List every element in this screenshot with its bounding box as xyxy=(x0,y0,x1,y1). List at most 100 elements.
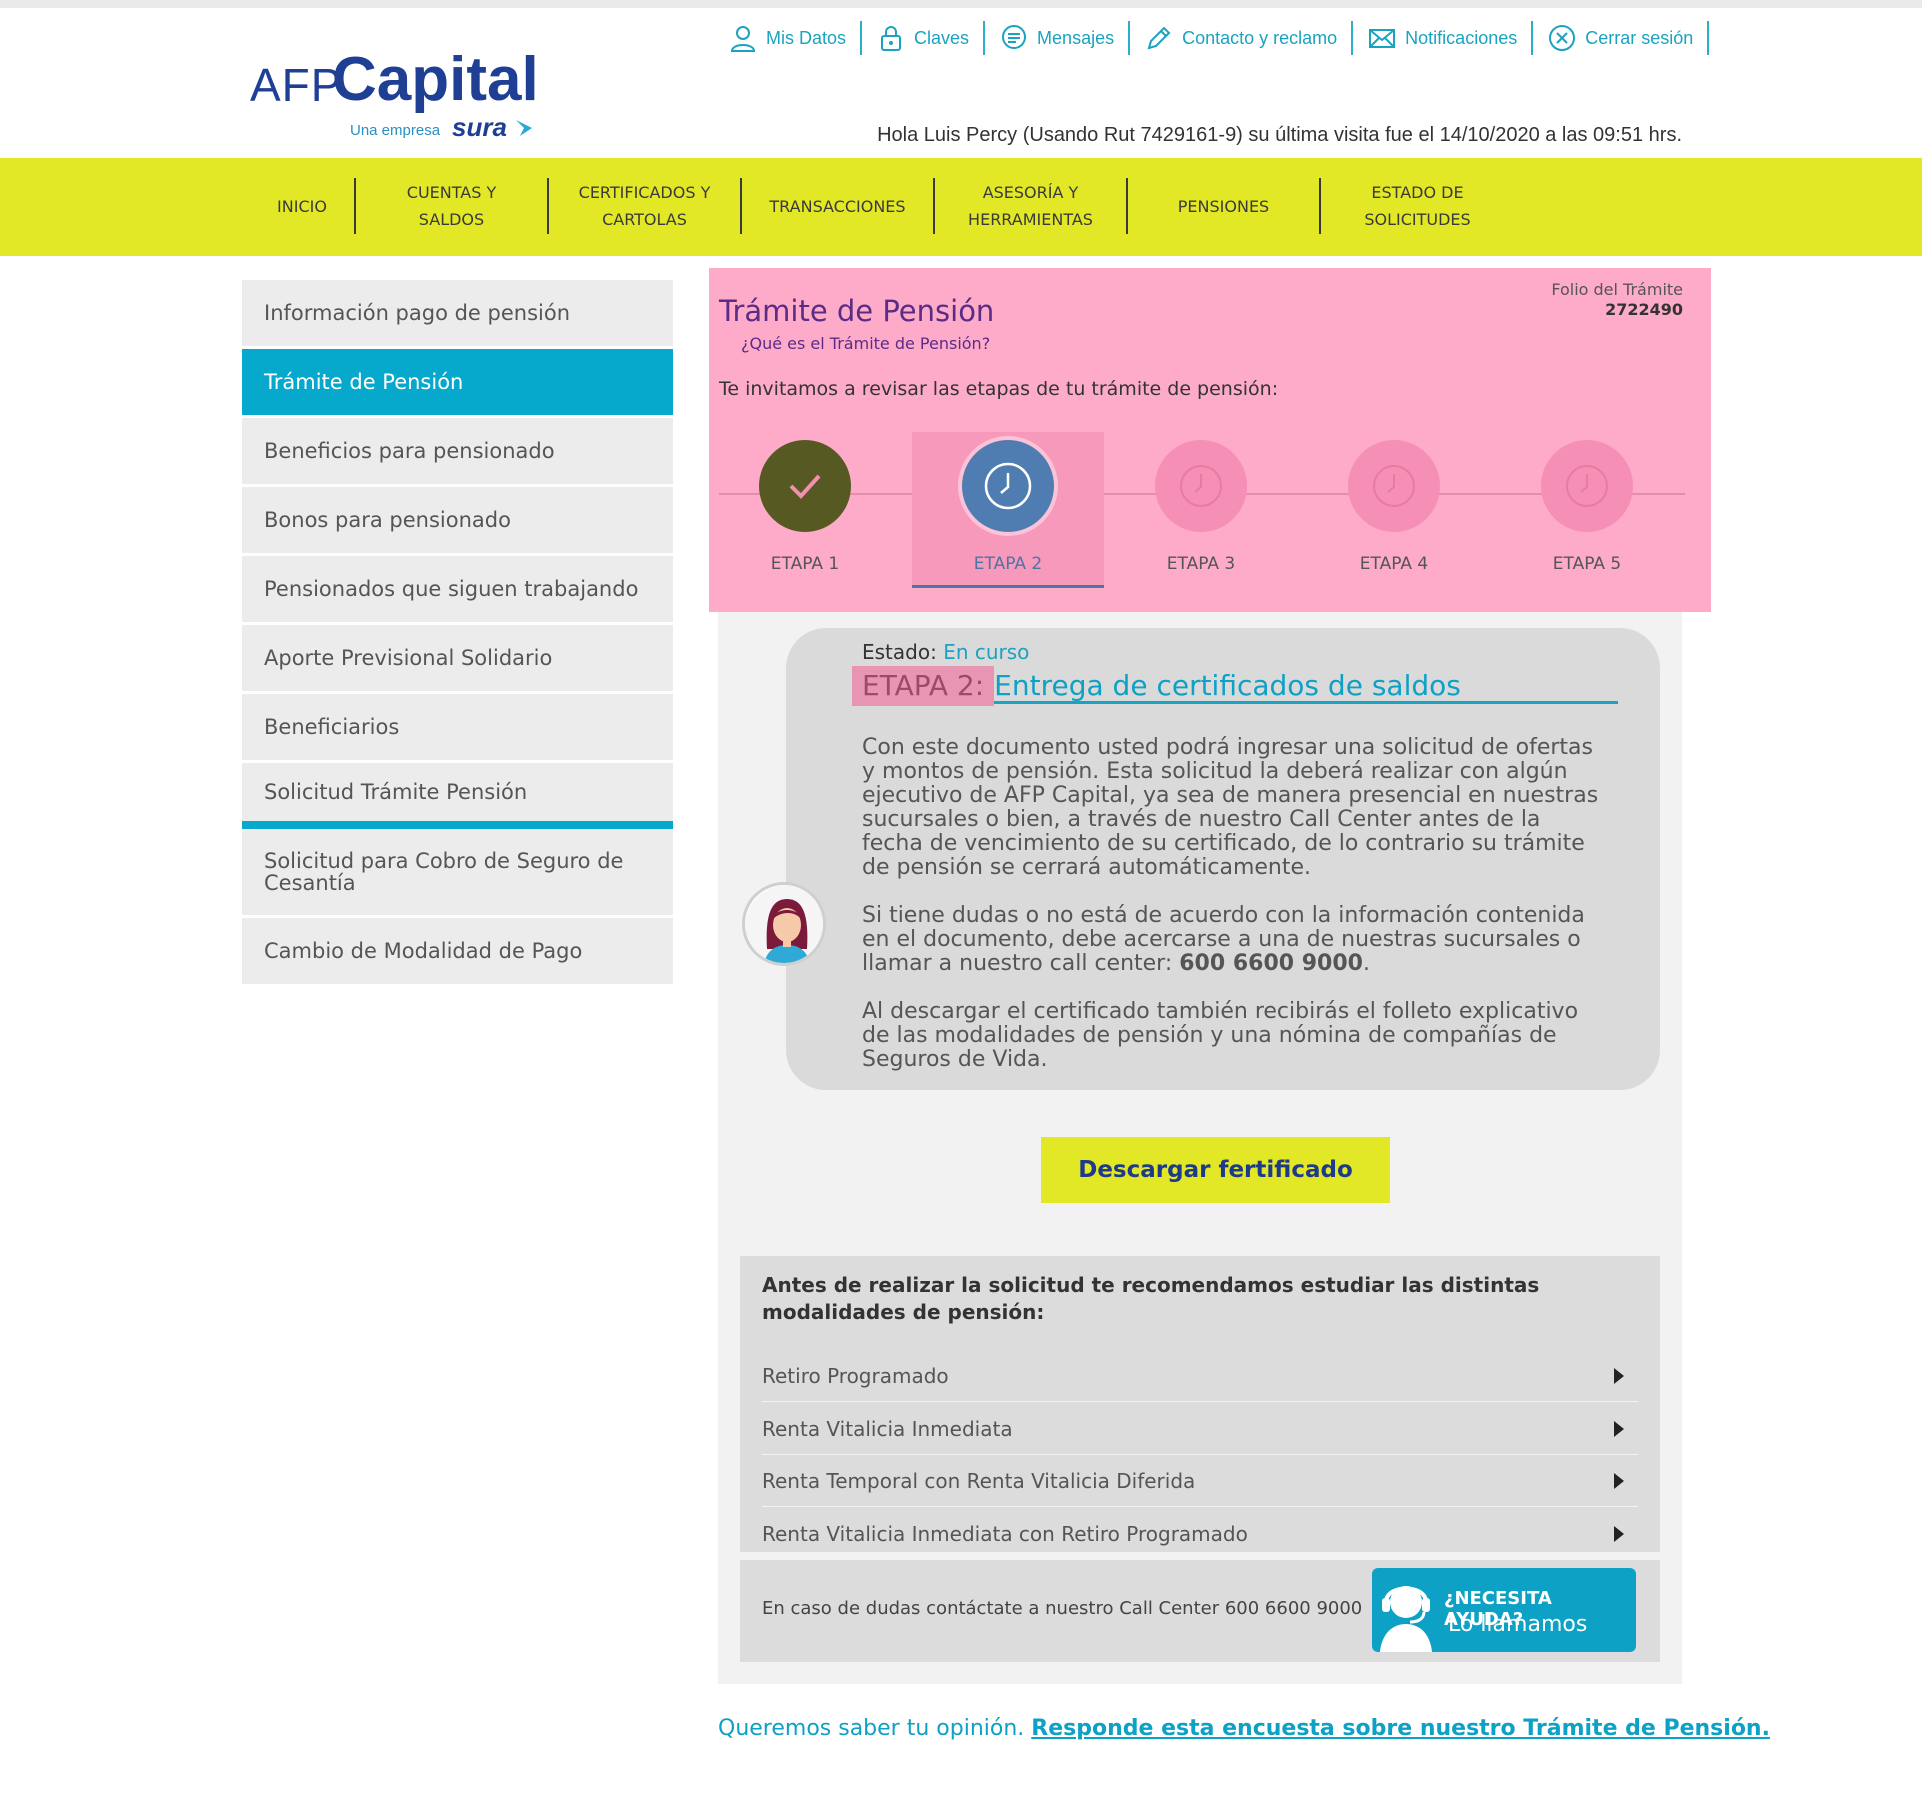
help-text: En caso de dudas contáctate a nuestro Ca… xyxy=(762,1598,1363,1619)
chat-icon xyxy=(1002,25,1027,49)
modalidad-item-retiro-programado[interactable]: Retiro Programado xyxy=(762,1350,1638,1402)
folio-value: 2722490 xyxy=(1605,300,1683,319)
top-link-label: Cerrar sesión xyxy=(1585,27,1694,48)
logo-afp-text: AFP xyxy=(250,59,343,111)
afp-capital-logo[interactable]: AFP Capital Una empresa sura xyxy=(250,44,540,154)
step-4[interactable]: ETAPA 4 xyxy=(1298,432,1490,588)
clock-icon xyxy=(1373,465,1415,507)
main-nav: INICIO CUENTAS Y SALDOS CERTIFICADOS Y C… xyxy=(0,158,1922,256)
step-circle xyxy=(962,440,1054,532)
modalidad-label: Renta Vitalicia Inmediata con Retiro Pro… xyxy=(762,1522,1248,1546)
estado-value: En curso xyxy=(943,640,1030,664)
header: AFP Capital Una empresa sura Mis Datos C… xyxy=(0,8,1922,158)
top-link-label: Notificaciones xyxy=(1405,27,1518,48)
nav-item-asesoria[interactable]: ASESORÍA Y HERRAMIENTAS xyxy=(935,178,1128,234)
detail-paragraph-3: Al descargar el certificado también reci… xyxy=(862,999,1579,1072)
etapa-tag: ETAPA 2: xyxy=(852,666,995,706)
survey-link[interactable]: Responde esta encuesta sobre nuestro Trá… xyxy=(1031,1716,1770,1741)
page-title: Trámite de Pensión xyxy=(719,294,995,328)
top-link-mensajes[interactable]: Mensajes xyxy=(985,21,1131,55)
sura-mark-icon xyxy=(516,120,532,136)
sidebar-item-informacion-pago[interactable]: Información pago de pensión xyxy=(242,280,673,349)
step-circle xyxy=(1541,440,1633,532)
top-link-contacto[interactable]: Contacto y reclamo xyxy=(1130,21,1354,55)
step-5[interactable]: ETAPA 5 xyxy=(1491,432,1683,588)
step-1[interactable]: ETAPA 1 xyxy=(709,432,901,588)
nav-item-inicio[interactable]: INICIO xyxy=(250,178,356,234)
top-link-notificaciones[interactable]: Notificaciones xyxy=(1353,21,1534,55)
modalidad-item-renta-vitalicia[interactable]: Renta Vitalicia Inmediata xyxy=(762,1403,1638,1455)
step-3[interactable]: ETAPA 3 xyxy=(1105,432,1297,588)
logo-sura-text: sura xyxy=(452,112,507,142)
clock-icon xyxy=(1566,465,1608,507)
opinion-label: Queremos saber tu opinión. xyxy=(718,1716,1032,1741)
step-circle xyxy=(1155,440,1247,532)
logo-una-empresa-text: Una empresa xyxy=(350,122,441,139)
step-label: ETAPA 1 xyxy=(770,554,840,574)
advisor-avatar xyxy=(742,882,826,966)
sidebar-item-pensionados-trabajando[interactable]: Pensionados que siguen trabajando xyxy=(242,556,673,625)
nav-item-pensiones[interactable]: PENSIONES xyxy=(1128,178,1321,234)
pencil-icon xyxy=(1147,26,1171,50)
step-2[interactable]: ETAPA 2 xyxy=(912,432,1104,588)
top-link-label: Mis Datos xyxy=(766,27,847,48)
sidebar-item-cambio-modalidad[interactable]: Cambio de Modalidad de Pago xyxy=(242,918,673,987)
logo-capital-text: Capital xyxy=(332,45,539,114)
estado: Estado: En curso xyxy=(862,640,1029,664)
nav-item-certificados[interactable]: CERTIFICADOS Y CARTOLAS xyxy=(549,178,742,234)
nav-item-estado-solicitudes[interactable]: ESTADO DE SOLICITUDES xyxy=(1321,178,1514,234)
caret-right-icon xyxy=(1614,1367,1624,1384)
download-certificate-button[interactable]: Descargar fertificado xyxy=(1041,1137,1390,1203)
help-button-line2: Lo llamamos xyxy=(1448,1612,1588,1637)
step-label: ETAPA 2 xyxy=(973,554,1043,574)
clock-icon xyxy=(984,462,1032,510)
sidebar-item-seguro-cesantia[interactable]: Solicitud para Cobro de Seguro de Cesant… xyxy=(242,829,673,918)
modalidad-item-renta-temporal[interactable]: Renta Temporal con Renta Vitalicia Difer… xyxy=(762,1455,1638,1507)
headset-agent-icon xyxy=(1380,1586,1432,1652)
sidebar-item-beneficiarios[interactable]: Beneficiarios xyxy=(242,694,673,763)
caret-right-icon xyxy=(1614,1526,1624,1542)
modalidad-item-renta-retiro[interactable]: Renta Vitalicia Inmediata con Retiro Pro… xyxy=(762,1508,1638,1560)
stage-detail-bubble: Estado: En curso ETAPA 2: Entrega de cert… xyxy=(786,628,1660,1090)
invite-text: Te invitamos a revisar las etapas de tu … xyxy=(719,378,1279,400)
call-center-phone: 600 6600 9000 xyxy=(1179,951,1363,976)
clock-icon xyxy=(1180,465,1222,507)
sidebar: Información pago de pensión Trámite de P… xyxy=(242,280,673,987)
nav-item-transacciones[interactable]: TRANSACCIONES xyxy=(742,178,935,234)
top-link-label: Claves xyxy=(914,27,970,48)
folio-label: Folio del Trámite xyxy=(1551,280,1683,299)
sidebar-item-solicitud-tramite[interactable]: Solicitud Trámite Pensión xyxy=(242,763,673,829)
etapa-name: Entrega de certificados de saldos xyxy=(994,669,1461,702)
top-strip xyxy=(0,0,1922,8)
estado-label: Estado: xyxy=(862,640,937,664)
opinion-text: Queremos saber tu opinión. Responde esta… xyxy=(718,1716,1770,1741)
top-link-claves[interactable]: Claves xyxy=(862,21,986,55)
greeting-text: Hola Luis Percy (Usando Rut 7429161-9) s… xyxy=(877,124,1682,146)
check-icon xyxy=(789,474,821,499)
call-me-button[interactable]: ¿NECESITA AYUDA? Lo llamamos xyxy=(1372,1568,1636,1652)
caret-right-icon xyxy=(1614,1420,1624,1437)
nav-item-cuentas[interactable]: CUENTAS Y SALDOS xyxy=(356,178,549,234)
tramite-help-link[interactable]: ¿Qué es el Trámite de Pensión? xyxy=(741,334,990,353)
modalidades-heading: Antes de realizar la solicitud te recome… xyxy=(762,1273,1540,1324)
top-link-mis-datos[interactable]: Mis Datos xyxy=(714,21,863,55)
top-link-cerrar-sesion[interactable]: Cerrar sesión xyxy=(1533,21,1710,55)
modalidades-box: Antes de realizar la solicitud te recome… xyxy=(740,1256,1660,1552)
detail-paragraph-2: Si tiene dudas o no está de acuerdo con … xyxy=(862,904,1602,976)
lock-icon xyxy=(881,26,902,51)
step-label: ETAPA 5 xyxy=(1552,554,1622,574)
sidebar-item-aporte-solidario[interactable]: Aporte Previsional Solidario xyxy=(242,625,673,694)
modalidad-label: Renta Vitalicia Inmediata xyxy=(762,1416,1013,1441)
etapa-title: ETAPA 2: Entrega de certificados de saldo… xyxy=(852,666,1618,706)
step-circle xyxy=(759,440,851,532)
sidebar-item-beneficios[interactable]: Beneficios para pensionado xyxy=(242,418,673,487)
step-circle xyxy=(1348,440,1440,532)
content-area: Estado: En curso ETAPA 2: Entrega de cert… xyxy=(718,612,1682,1684)
envelope-icon xyxy=(1369,29,1396,48)
sidebar-item-tramite-pension[interactable]: Trámite de Pensión xyxy=(242,349,673,418)
sidebar-item-bonos[interactable]: Bonos para pensionado xyxy=(242,487,673,556)
modalidad-label: Renta Temporal con Renta Vitalicia Difer… xyxy=(762,1468,1196,1493)
help-box: En caso de dudas contáctate a nuestro Ca… xyxy=(740,1560,1660,1662)
tramite-panel: Trámite de Pensión ¿Qué es el Trámite de… xyxy=(709,268,1711,612)
step-label: ETAPA 3 xyxy=(1166,554,1236,574)
